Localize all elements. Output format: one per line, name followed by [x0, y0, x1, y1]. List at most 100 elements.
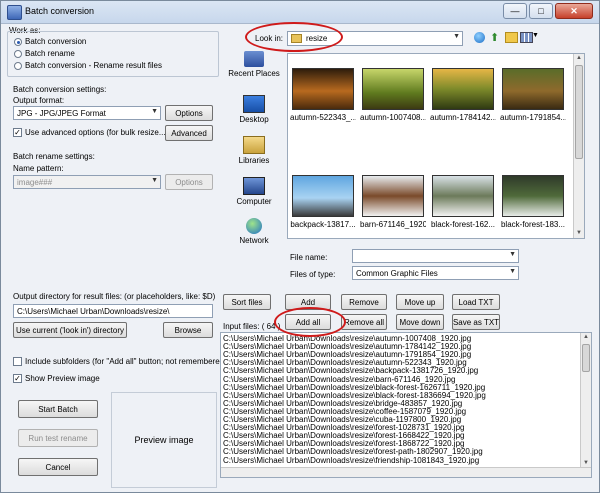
thumbnail-name: black-forest-183...	[500, 220, 566, 229]
place-recent-places[interactable]: Recent Places	[223, 51, 285, 78]
file-list-item[interactable]: C:\Users\Michael Urban\Downloads\resize\…	[223, 432, 464, 440]
scroll-up-icon[interactable]: ▲	[581, 333, 591, 342]
thumbnail-item[interactable]: black-forest-183...	[500, 175, 566, 229]
thumbnail-item[interactable]: backpack-13817...	[290, 175, 356, 229]
computer-icon	[243, 177, 265, 195]
cancel-button[interactable]: Cancel	[18, 458, 98, 476]
file-list-item[interactable]: C:\Users\Michael Urban\Downloads\resize\…	[223, 416, 461, 424]
radio-conversion-rename-label[interactable]: Batch conversion - Rename result files	[25, 61, 162, 70]
name-pattern-select[interactable]: image### ▼	[13, 175, 161, 189]
chevron-down-icon: ▼	[151, 108, 158, 115]
thumbnail-item[interactable]: autumn-1791854...	[500, 68, 566, 122]
back-arrow-icon[interactable]	[474, 32, 485, 43]
chevron-down-icon: ▼	[151, 177, 158, 184]
file-list-item[interactable]: C:\Users\Michael Urban\Downloads\resize\…	[223, 456, 479, 465]
thumbnail-item[interactable]: autumn-1784142...	[430, 68, 496, 122]
include-subfolders-label[interactable]: Include subfolders (for "Add all" button…	[25, 357, 227, 366]
sort-files-button[interactable]: Sort files	[223, 294, 271, 310]
advanced-options-label[interactable]: Use advanced options (for bulk resize...…	[25, 128, 168, 137]
thumbnail-image	[362, 68, 424, 110]
radio-batch-conversion-label[interactable]: Batch conversion	[25, 37, 86, 46]
load-txt-button[interactable]: Load TXT	[452, 294, 500, 310]
thumbnail-item[interactable]: black-forest-162...	[430, 175, 496, 229]
advanced-button[interactable]: Advanced	[165, 125, 213, 141]
scroll-thumb[interactable]	[575, 65, 583, 159]
chevron-down-icon[interactable]: ▼	[532, 32, 539, 39]
add-all-button[interactable]: Add all	[285, 314, 331, 330]
up-folder-icon[interactable]: ⬆	[490, 31, 499, 44]
file-list-item[interactable]: C:\Users\Michael Urban\Downloads\resize\…	[223, 335, 471, 343]
output-directory-label: Output directory for result files: (or p…	[13, 292, 216, 301]
minimize-button[interactable]: —	[503, 3, 527, 19]
output-format-value: JPG - JPG/JPEG Format	[17, 108, 106, 118]
file-list-item[interactable]: C:\Users\Michael Urban\Downloads\resize\…	[223, 424, 464, 432]
file-name-input[interactable]: ▼	[352, 249, 519, 263]
output-directory-field[interactable]: C:\Users\Michael Urban\Downloads\resize\	[13, 304, 213, 318]
use-current-directory-button[interactable]: Use current ('look in') directory	[13, 322, 127, 338]
run-test-rename-button[interactable]: Run test rename	[18, 429, 98, 447]
scroll-up-icon[interactable]: ▲	[574, 54, 584, 63]
name-pattern-value: image###	[17, 177, 53, 187]
start-batch-button[interactable]: Start Batch	[18, 400, 98, 418]
browse-button[interactable]: Browse	[163, 322, 213, 338]
chevron-down-icon: ▼	[509, 251, 516, 258]
output-format-select[interactable]: JPG - JPG/JPEG Format ▼	[13, 106, 161, 120]
scroll-thumb[interactable]	[582, 344, 590, 372]
libraries-icon	[243, 136, 265, 154]
close-button[interactable]: ✕	[555, 3, 593, 19]
move-up-button[interactable]: Move up	[396, 294, 444, 310]
file-thumbnail-view[interactable]: autumn-522343_... autumn-1007408... autu…	[287, 53, 585, 239]
file-list-item[interactable]: C:\Users\Michael Urban\Downloads\resize\…	[223, 375, 455, 384]
remove-button[interactable]: Remove	[341, 294, 387, 310]
advanced-options-checkbox[interactable]: ✓	[13, 128, 22, 137]
thumbnail-scrollbar[interactable]: ▲ ▼	[573, 54, 584, 238]
format-options-button[interactable]: Options	[165, 105, 213, 121]
radio-batch-conversion[interactable]	[14, 38, 22, 46]
file-list-item[interactable]: C:\Users\Michael Urban\Downloads\resize\…	[223, 448, 483, 456]
files-of-type-select[interactable]: Common Graphic Files ▼	[352, 266, 519, 280]
radio-batch-rename[interactable]	[14, 50, 22, 58]
chevron-down-icon: ▼	[509, 268, 516, 275]
file-list-item[interactable]: C:\Users\Michael Urban\Downloads\resize\…	[223, 367, 478, 375]
look-in-select[interactable]: resize ▼	[287, 31, 463, 46]
new-folder-icon[interactable]	[505, 32, 518, 43]
include-subfolders-checkbox[interactable]	[13, 357, 22, 366]
radio-batch-rename-label[interactable]: Batch rename	[25, 49, 75, 58]
rename-settings-label: Batch rename settings:	[13, 152, 95, 161]
file-list-item[interactable]: C:\Users\Michael Urban\Downloads\resize\…	[223, 351, 471, 359]
file-list-item[interactable]: C:\Users\Michael Urban\Downloads\resize\…	[223, 391, 486, 400]
thumbnail-item[interactable]: autumn-522343_...	[290, 68, 356, 122]
file-list-horizontal-scrollbar[interactable]	[221, 467, 591, 477]
file-list-vertical-scrollbar[interactable]: ▲ ▼	[580, 333, 591, 468]
save-as-txt-button[interactable]: Save as TXT	[452, 314, 500, 330]
input-files-label: Input files: ( 64 )	[223, 322, 281, 331]
thumbnail-item[interactable]: autumn-1007408...	[360, 68, 426, 122]
file-list-item[interactable]: C:\Users\Michael Urban\Downloads\resize\…	[223, 343, 471, 351]
place-computer[interactable]: Computer	[223, 177, 285, 206]
input-files-list[interactable]: C:\Users\Michael Urban\Downloads\resize\…	[220, 332, 592, 478]
place-libraries[interactable]: Libraries	[223, 136, 285, 165]
file-list-item[interactable]: C:\Users\Michael Urban\Downloads\resize\…	[223, 407, 466, 416]
rename-options-button[interactable]: Options	[165, 174, 213, 190]
move-down-button[interactable]: Move down	[396, 314, 444, 330]
show-preview-checkbox[interactable]: ✓	[13, 374, 22, 383]
thumbnail-image	[432, 68, 494, 110]
radio-conversion-rename[interactable]	[14, 62, 22, 70]
files-of-type-value: Common Graphic Files	[356, 268, 438, 278]
remove-all-button[interactable]: Remove all	[341, 314, 387, 330]
thumbnail-item[interactable]: barn-671146_1920	[360, 175, 426, 229]
file-list-item[interactable]: C:\Users\Michael Urban\Downloads\resize\…	[223, 359, 467, 367]
scroll-down-icon[interactable]: ▼	[574, 229, 584, 238]
file-list-item[interactable]: C:\Users\Michael Urban\Downloads\resize\…	[223, 383, 485, 392]
maximize-button[interactable]: □	[529, 3, 553, 19]
name-pattern-label: Name pattern:	[13, 164, 64, 173]
thumbnail-name: autumn-1791854...	[500, 113, 566, 122]
file-list-item[interactable]: C:\Users\Michael Urban\Downloads\resize\…	[223, 440, 464, 448]
title-bar[interactable]: Batch conversion — □ ✕	[1, 1, 599, 24]
place-network[interactable]: Network	[223, 218, 285, 245]
add-button[interactable]: Add	[285, 294, 331, 310]
place-desktop[interactable]: Desktop	[223, 95, 285, 124]
file-list-item[interactable]: C:\Users\Michael Urban\Downloads\resize\…	[223, 399, 462, 408]
window-title: Batch conversion	[25, 6, 95, 16]
show-preview-label[interactable]: Show Preview image	[25, 374, 100, 383]
